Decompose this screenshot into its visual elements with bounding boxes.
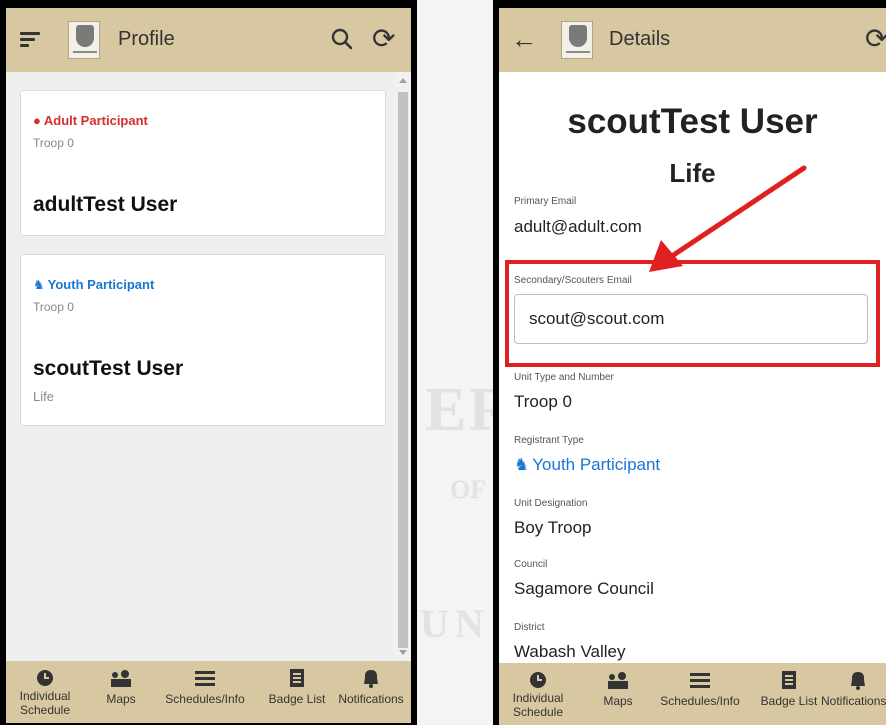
primary-email-value: adult@adult.com xyxy=(514,217,642,236)
nav-badge-list[interactable]: Badge List xyxy=(264,661,330,723)
registrant-type-label: Registrant Type xyxy=(514,435,584,446)
search-icon[interactable] xyxy=(328,25,356,53)
list-icon xyxy=(195,671,215,686)
participant-type: ● Adult Participant xyxy=(33,113,148,128)
participant-type: ♞ Youth Participant xyxy=(33,277,155,292)
scroll-down-arrow[interactable] xyxy=(399,650,407,655)
bottom-navigation: Individual Schedule Maps Schedules/Info … xyxy=(499,663,886,725)
book-icon xyxy=(782,671,796,689)
refresh-icon[interactable]: ⟳ xyxy=(372,22,395,55)
nav-maps[interactable]: Maps xyxy=(99,661,143,723)
participant-rank: Life xyxy=(33,389,54,404)
page-title: Details xyxy=(609,28,671,50)
hiker-icon: ♞ xyxy=(514,455,530,474)
nav-notifications[interactable]: Notifications xyxy=(821,663,886,725)
page-title: Profile xyxy=(118,28,175,50)
bottom-navigation: Individual Schedule Maps Schedules/Info … xyxy=(6,661,411,723)
unit-label: Unit Type and Number xyxy=(514,372,614,383)
watermark-glyph: UN xyxy=(420,601,490,646)
map-icon xyxy=(111,670,131,687)
details-screen: ← Details ⟳ scoutTest User Life Primary … xyxy=(493,0,886,725)
bell-icon xyxy=(851,672,865,690)
profile-screen: Profile ⟳ ● Adult Participant Troop 0 adu… xyxy=(0,0,417,725)
details-content: scoutTest User Life Primary Email adult@… xyxy=(499,72,886,663)
scroll-thumb[interactable] xyxy=(398,92,408,648)
profile-card-adult[interactable]: ● Adult Participant Troop 0 adultTest Use… xyxy=(20,90,386,236)
unit-designation-value: Boy Troop xyxy=(514,518,592,537)
clock-icon xyxy=(530,672,546,688)
annotation-arrow xyxy=(649,165,807,272)
bell-icon xyxy=(364,670,378,688)
book-icon xyxy=(290,669,304,687)
registrant-type-value[interactable]: ♞ Youth Participant xyxy=(514,455,660,475)
nav-badge-list[interactable]: Badge List xyxy=(757,663,821,725)
scrollbar[interactable] xyxy=(395,72,411,661)
hiker-icon: ♞ xyxy=(33,277,45,292)
refresh-icon[interactable]: ⟳ xyxy=(865,22,886,55)
watermark-glyph: OF xyxy=(450,475,487,504)
screenshot-stage: ER OF UN Profile ⟳ ● Adult Participant T… xyxy=(0,0,886,725)
participant-name: scoutTest User xyxy=(567,102,818,141)
district-label: District xyxy=(514,622,545,633)
top-app-bar: ← Details ⟳ xyxy=(499,8,886,72)
council-value: Sagamore Council xyxy=(514,579,654,598)
participant-name: scoutTest User xyxy=(33,357,184,380)
nav-notifications[interactable]: Notifications xyxy=(330,661,411,723)
profile-card-youth[interactable]: ♞ Youth Participant Troop 0 scoutTest Use… xyxy=(20,254,386,426)
menu-icon[interactable] xyxy=(20,32,40,48)
list-icon xyxy=(690,673,710,688)
primary-email-label: Primary Email xyxy=(514,196,577,207)
nav-schedules-info[interactable]: Schedules/Info xyxy=(146,661,264,723)
unit-label: Troop 0 xyxy=(33,136,74,150)
app-logo xyxy=(68,21,100,59)
nav-individual-schedule[interactable]: Individual Schedule xyxy=(6,661,84,723)
map-icon xyxy=(608,672,628,689)
council-label: Council xyxy=(514,559,548,570)
nav-individual-schedule[interactable]: Individual Schedule xyxy=(499,663,577,725)
unit-label: Troop 0 xyxy=(33,300,74,314)
person-icon: ● xyxy=(33,113,41,128)
app-logo xyxy=(561,21,593,59)
nav-schedules-info[interactable]: Schedules/Info xyxy=(643,663,757,725)
district-value: Wabash Valley xyxy=(514,642,626,661)
unit-designation-label: Unit Designation xyxy=(514,498,588,509)
unit-value: Troop 0 xyxy=(514,392,572,411)
clock-icon xyxy=(37,670,53,686)
top-app-bar: Profile ⟳ xyxy=(6,8,411,72)
scroll-up-arrow[interactable] xyxy=(399,78,407,83)
participant-name: adultTest User xyxy=(33,193,178,216)
nav-maps[interactable]: Maps xyxy=(596,663,640,725)
back-icon[interactable]: ← xyxy=(511,24,537,55)
profile-list: ● Adult Participant Troop 0 adultTest Use… xyxy=(6,72,395,661)
